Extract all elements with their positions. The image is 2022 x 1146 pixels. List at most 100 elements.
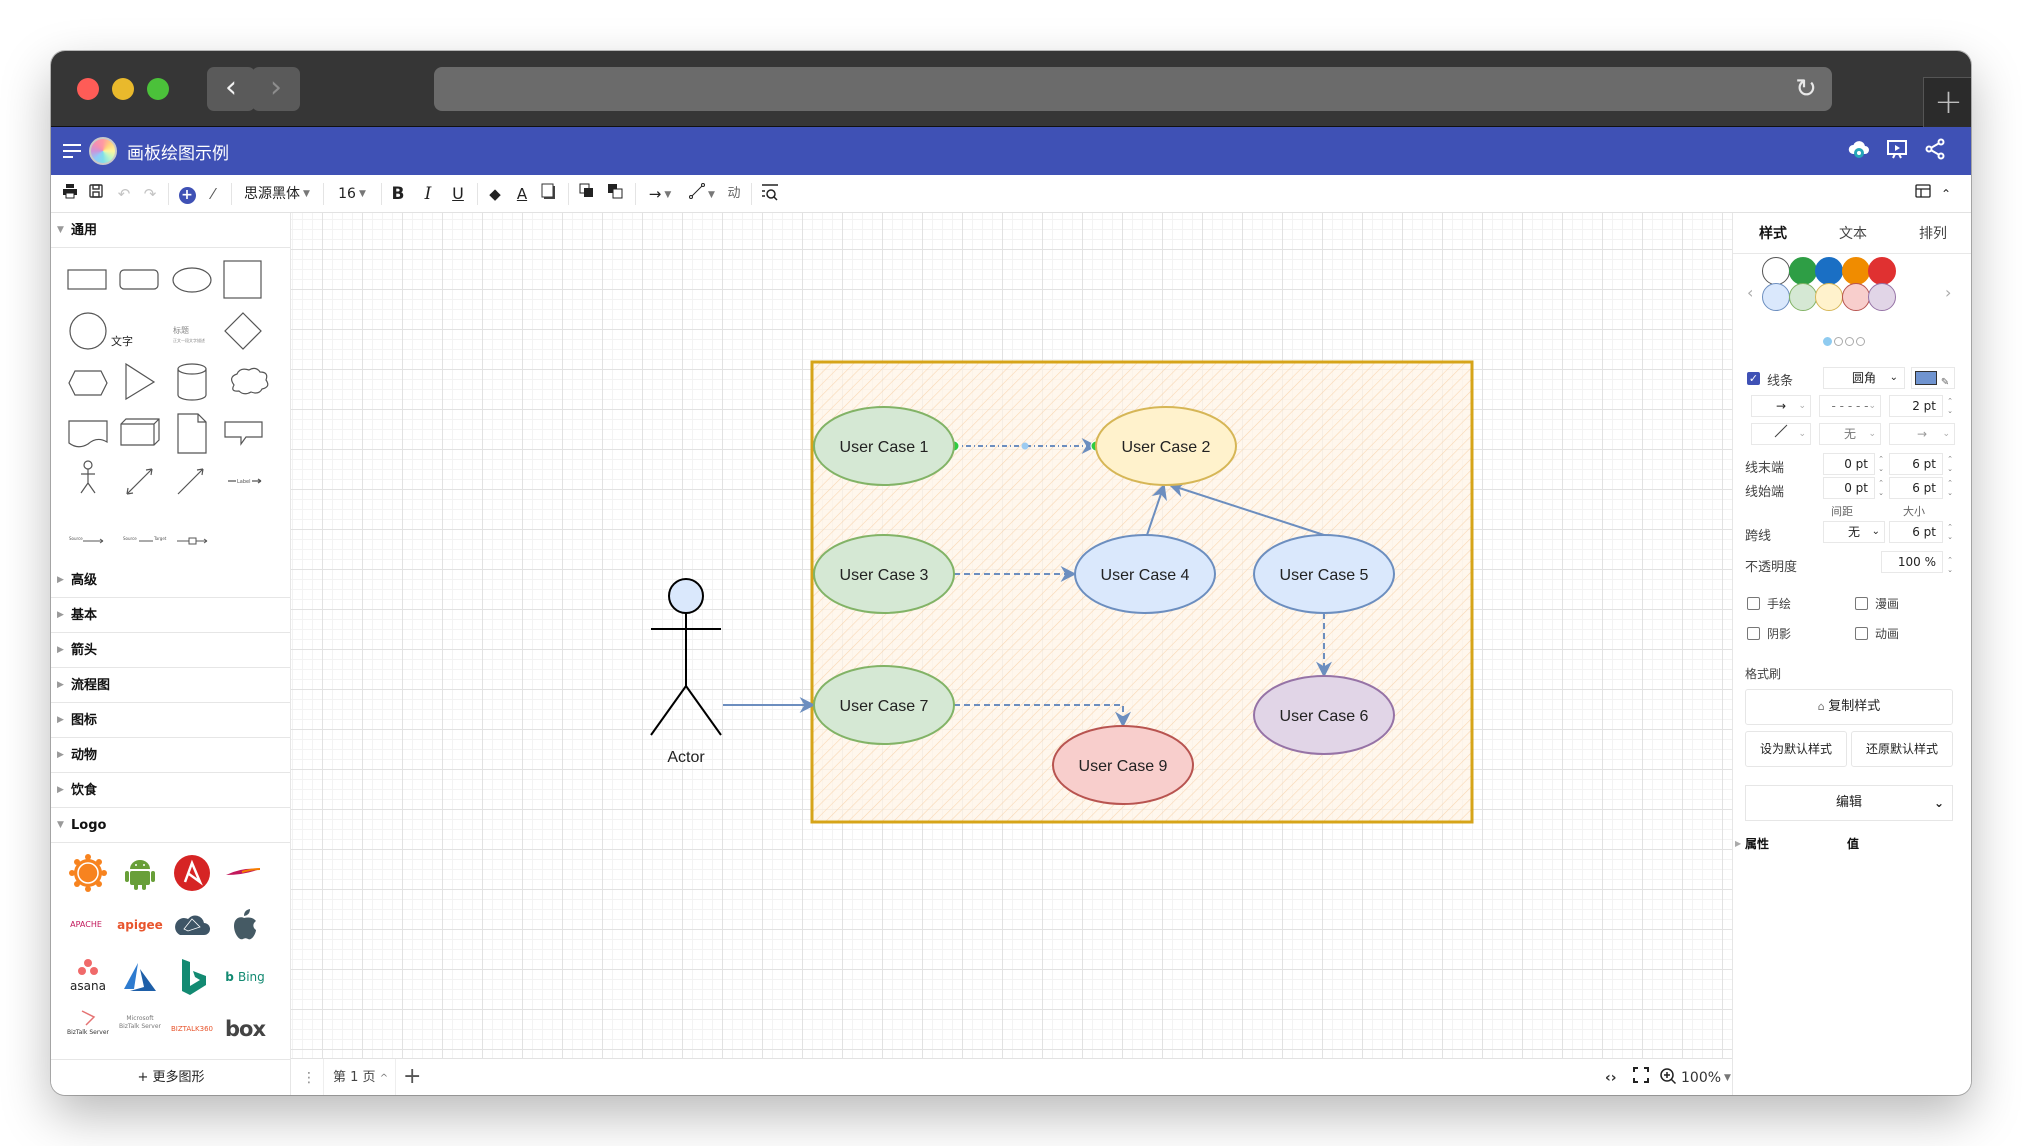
reload-icon[interactable]: ↻ bbox=[1792, 75, 1820, 103]
zoom-in-button[interactable] bbox=[1659, 1067, 1677, 1089]
font-size-select[interactable]: 16 ▼ bbox=[331, 183, 373, 205]
swatch-page-dot[interactable] bbox=[1823, 337, 1832, 346]
use-case-uc2[interactable]: User Case 2 bbox=[1095, 406, 1237, 486]
section-advanced[interactable]: ▶ 高级 bbox=[51, 563, 291, 598]
italic-button[interactable]: I bbox=[419, 183, 437, 205]
code-view-button[interactable]: ‹› bbox=[1605, 1067, 1617, 1089]
redo-button[interactable]: ↷ bbox=[141, 183, 159, 205]
line-end-size-input[interactable]: 6 pt bbox=[1889, 453, 1943, 475]
section-flowchart[interactable]: ▶ 流程图 bbox=[51, 668, 291, 703]
use-case-uc9[interactable]: User Case 9 bbox=[1052, 725, 1194, 805]
find-button[interactable] bbox=[759, 183, 781, 205]
line-start-select[interactable]: 无 ⌄ bbox=[1819, 423, 1881, 445]
logo-biztalk360[interactable]: BIZTALK360 bbox=[166, 1009, 218, 1049]
line-end-spacing-stepper[interactable]: ⌃ ⌄ bbox=[1876, 454, 1886, 474]
line-start-size-stepper[interactable]: ⌃ ⌄ bbox=[1945, 478, 1955, 498]
caret-right-icon[interactable]: ▶ bbox=[1735, 839, 1741, 848]
swatch-next-button[interactable]: › bbox=[1945, 283, 1951, 302]
close-window-button[interactable] bbox=[77, 78, 99, 100]
collapse-toolbar-button[interactable]: ⌃ bbox=[1937, 183, 1955, 205]
color-swatch-top-2[interactable] bbox=[1788, 257, 1817, 285]
logo-android[interactable] bbox=[118, 853, 162, 893]
color-swatch-top-4[interactable] bbox=[1841, 257, 1870, 285]
format-painter-button[interactable]: ⁄ bbox=[203, 183, 223, 205]
color-swatch-top-1[interactable] bbox=[1762, 257, 1790, 285]
logo-ansible[interactable] bbox=[170, 853, 214, 893]
zoom-level-select[interactable]: 100% ▼ bbox=[1681, 1067, 1731, 1089]
logo-ms-biztalk[interactable]: Microsoft BizTalk Server bbox=[114, 1015, 166, 1055]
add-page-button[interactable]: + bbox=[403, 1066, 421, 1089]
use-case-uc1[interactable]: User Case 1 bbox=[813, 406, 955, 486]
color-swatch-bottom-1[interactable] bbox=[1762, 283, 1790, 311]
minimize-window-button[interactable] bbox=[112, 78, 134, 100]
line-jump-select[interactable]: 无 ⌄ bbox=[1823, 521, 1885, 543]
opacity-stepper[interactable]: ⌃ ⌄ bbox=[1945, 555, 1955, 575]
copy-style-button[interactable]: ⌂ 复制样式 bbox=[1745, 689, 1953, 725]
comic-checkbox[interactable] bbox=[1855, 597, 1868, 610]
section-icons[interactable]: ▶ 图标 bbox=[51, 703, 291, 738]
waypoint-select[interactable]: ⌄ bbox=[1751, 423, 1811, 445]
logo-apple[interactable] bbox=[222, 905, 266, 945]
line-start-spacing-input[interactable]: 0 pt bbox=[1823, 477, 1875, 499]
sketch-checkbox[interactable] bbox=[1747, 597, 1760, 610]
use-case-uc6[interactable]: User Case 6 bbox=[1253, 675, 1395, 755]
line-end-size-stepper[interactable]: ⌃ ⌄ bbox=[1945, 454, 1955, 474]
color-swatch-bottom-3[interactable] bbox=[1815, 283, 1843, 311]
line-jump-size-input[interactable]: 6 pt bbox=[1889, 521, 1943, 543]
font-family-select[interactable]: 思源黑体 ▼ bbox=[239, 183, 315, 205]
section-general[interactable]: ▼ 通用 bbox=[51, 213, 291, 248]
text-shape[interactable]: 文字 bbox=[111, 333, 133, 349]
drawing-canvas[interactable]: User Case 1 User Case 2 User Case 3 User Ca… bbox=[291, 213, 1732, 1058]
logo-apache-feather[interactable] bbox=[222, 853, 266, 893]
fill-color-button[interactable]: ◆ bbox=[485, 183, 505, 205]
format-panel-toggle[interactable] bbox=[1913, 183, 1933, 205]
line-enabled-checkbox[interactable]: ✓ bbox=[1747, 372, 1760, 385]
use-case-uc7[interactable]: User Case 7 bbox=[813, 665, 955, 745]
underline-button[interactable]: U bbox=[449, 183, 467, 205]
logo-bing[interactable]: b Bing bbox=[220, 957, 270, 997]
more-shapes-button[interactable]: + 更多图形 bbox=[51, 1059, 291, 1095]
page-menu-button[interactable]: ⋮ bbox=[301, 1067, 317, 1089]
use-case-uc4[interactable]: User Case 4 bbox=[1074, 534, 1216, 614]
new-tab-button[interactable]: + bbox=[1923, 77, 1971, 127]
fit-page-button[interactable] bbox=[1633, 1067, 1649, 1089]
section-basic[interactable]: ▶ 基本 bbox=[51, 598, 291, 633]
cloud-sync-icon[interactable] bbox=[1845, 137, 1873, 165]
presentation-icon[interactable] bbox=[1883, 137, 1911, 165]
corner-style-select[interactable]: 圆角 ⌄ bbox=[1823, 367, 1905, 389]
dash-pattern-select[interactable]: - - - - - ⌄ bbox=[1819, 395, 1881, 417]
share-icon[interactable] bbox=[1921, 137, 1949, 165]
section-logo[interactable]: ▼ Logo bbox=[51, 808, 291, 843]
color-swatch-top-5[interactable] bbox=[1868, 257, 1896, 285]
line-width-input[interactable]: 2 pt bbox=[1889, 395, 1943, 417]
connector-style-select[interactable]: → ▼ bbox=[643, 183, 677, 205]
actor[interactable]: Actor bbox=[650, 578, 722, 766]
insert-button[interactable]: + bbox=[177, 183, 197, 205]
logo-azure[interactable] bbox=[118, 957, 162, 997]
set-default-style-button[interactable]: 设为默认样式 bbox=[1745, 731, 1847, 767]
maximize-window-button[interactable] bbox=[147, 78, 169, 100]
logo-biztalk[interactable]: BizTalk Server bbox=[62, 1009, 114, 1049]
line-start-spacing-stepper[interactable]: ⌃ ⌄ bbox=[1876, 478, 1886, 498]
waypoint-style-select[interactable]: ▼ bbox=[685, 183, 719, 205]
restore-default-style-button[interactable]: 还原默认样式 bbox=[1851, 731, 1953, 767]
logo-apigee[interactable]: apigee bbox=[115, 905, 165, 945]
logo-apache[interactable]: APACHE bbox=[64, 905, 108, 945]
color-swatch-bottom-5[interactable] bbox=[1868, 283, 1896, 311]
logo-asana[interactable]: asana bbox=[66, 957, 110, 997]
menu-icon[interactable] bbox=[63, 140, 81, 160]
line-color-picker[interactable]: ✎ bbox=[1911, 367, 1955, 389]
print-button[interactable] bbox=[61, 183, 79, 205]
use-case-uc3[interactable]: User Case 3 bbox=[813, 534, 955, 614]
color-swatch-bottom-4[interactable] bbox=[1841, 283, 1870, 311]
edge-midpoint-handle[interactable] bbox=[1021, 442, 1029, 450]
back-button[interactable]: ‹ bbox=[207, 67, 255, 111]
swatch-prev-button[interactable]: ‹ bbox=[1747, 283, 1753, 302]
shadow-checkbox[interactable] bbox=[1747, 627, 1760, 640]
section-animals[interactable]: ▶ 动物 bbox=[51, 738, 291, 773]
section-arrows[interactable]: ▶ 箭头 bbox=[51, 633, 291, 668]
tab-style[interactable]: 样式 bbox=[1733, 223, 1813, 243]
font-color-button[interactable]: A bbox=[513, 183, 531, 205]
use-case-uc5[interactable]: User Case 5 bbox=[1253, 534, 1395, 614]
line-width-stepper[interactable]: ⌃ ⌄ bbox=[1945, 396, 1955, 416]
